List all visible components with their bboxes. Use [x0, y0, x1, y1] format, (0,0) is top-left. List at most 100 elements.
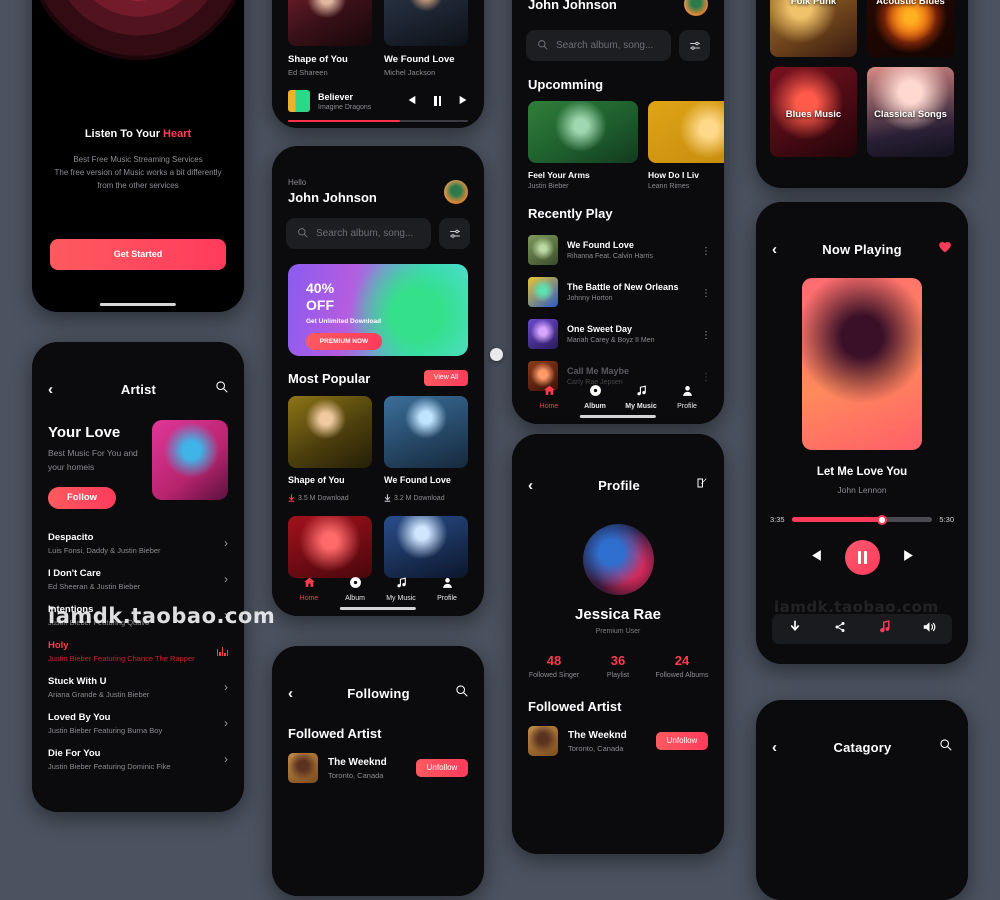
track-row[interactable]: Intentions Justin Bieber Featuring Quavo… — [32, 597, 244, 633]
track-row[interactable]: Die For You Justin Bieber Featuring Domi… — [32, 741, 244, 777]
album-cover[interactable] — [288, 396, 372, 468]
pause-button[interactable] — [844, 540, 880, 575]
album-cover[interactable] — [288, 516, 372, 578]
tab-my-music[interactable]: My Music — [618, 384, 664, 410]
unfollow-button[interactable]: Unfollow — [656, 732, 708, 750]
get-started-button[interactable]: Get Started — [50, 239, 226, 270]
profile-navbar: ‹ Profile — [512, 468, 724, 502]
view-all-button[interactable]: View All — [424, 370, 468, 386]
tab-album[interactable]: Album — [572, 384, 618, 410]
song-title: Let Me Love You — [816, 466, 908, 478]
screen-following: ‹ Following Followed Artist The Weeknd T… — [272, 646, 484, 896]
edit-icon[interactable] — [696, 476, 708, 494]
filter-button[interactable] — [679, 30, 710, 61]
hero-subtitle-line1: Best Music For You and — [48, 448, 138, 458]
progress-track[interactable] — [791, 514, 933, 525]
album-cover[interactable] — [288, 0, 372, 46]
search-icon[interactable] — [455, 684, 468, 702]
genre-card-classical-songs[interactable]: Classical Songs — [867, 67, 954, 157]
previous-icon[interactable] — [407, 92, 417, 110]
track-row[interactable]: Despacito Luis Fonsi, Daddy & Justin Bie… — [32, 525, 244, 561]
user-name: John Johnson — [528, 0, 617, 12]
previous-icon[interactable] — [810, 549, 823, 567]
avatar[interactable] — [444, 179, 468, 204]
user-name: Jessica Rae — [575, 606, 661, 623]
progress-track[interactable] — [288, 120, 468, 122]
section-title-upcoming: Upcomming — [528, 77, 604, 92]
more-vertical-icon[interactable]: ⋯ — [700, 330, 711, 339]
more-vertical-icon[interactable]: ⋯ — [700, 288, 711, 297]
category-navbar: ‹ Catagory — [756, 730, 968, 764]
artist-name: The Weeknd — [568, 729, 627, 741]
chevron-left-icon[interactable]: ‹ — [772, 242, 786, 257]
chevron-left-icon[interactable]: ‹ — [528, 478, 542, 493]
home-search-row: Search album, song... — [272, 218, 484, 249]
song-artist: John Lennon — [837, 485, 887, 495]
next-icon[interactable] — [902, 549, 915, 567]
avatar[interactable] — [582, 524, 654, 595]
list-item[interactable]: The Battle of New Orleans Johnny Horton … — [512, 271, 724, 313]
album-cover[interactable] — [384, 0, 468, 46]
track-row[interactable]: I Don't Care Ed Sheeran & Justin Bieber … — [32, 561, 244, 597]
tab-album[interactable]: Album — [332, 576, 378, 602]
page-title: Profile — [598, 477, 640, 493]
upcoming-cover[interactable] — [648, 101, 724, 163]
album-cover[interactable] — [384, 396, 468, 468]
chevron-left-icon[interactable]: ‹ — [772, 740, 786, 755]
chevron-left-icon[interactable]: ‹ — [48, 382, 62, 397]
more-vertical-icon[interactable]: ⋯ — [700, 246, 711, 255]
screen-artist: ‹ Artist Your Love Best Music For You an… — [32, 342, 244, 812]
person-icon — [441, 576, 454, 593]
screen-explore: John Johnson Search album, song... Upcom… — [512, 0, 724, 424]
next-icon[interactable] — [458, 92, 468, 110]
tab-my-music[interactable]: My Music — [378, 576, 424, 602]
chevron-left-icon[interactable]: ‹ — [288, 686, 302, 701]
pause-icon[interactable] — [434, 96, 441, 106]
search-input[interactable]: Search album, song... — [286, 218, 431, 249]
track-row-active[interactable]: Holy Justin Bieber Featuring Chance The … — [32, 633, 244, 669]
heart-icon[interactable] — [938, 240, 952, 258]
genre-card-folk-punk[interactable]: Folk Punk — [770, 0, 857, 57]
search-input[interactable]: Search album, song... — [526, 30, 671, 61]
more-vertical-icon[interactable]: ⋯ — [700, 372, 711, 381]
avatar[interactable] — [684, 0, 708, 16]
filter-button[interactable] — [439, 218, 470, 249]
share-icon[interactable] — [817, 620, 862, 638]
unfollow-button[interactable]: Unfollow — [416, 759, 468, 777]
upcoming-cover[interactable] — [528, 101, 638, 163]
stat-followed-albums: 24 Followed Albums — [650, 653, 714, 679]
search-icon[interactable] — [215, 380, 228, 398]
genre-card-blues-music[interactable]: Blues Music — [770, 67, 857, 157]
followed-artist-row[interactable]: The Weeknd Toronto, Canada Unfollow — [512, 726, 724, 756]
tab-profile[interactable]: Profile — [664, 384, 710, 410]
home-indicator — [339, 607, 417, 610]
screen-mini-player: Shape of You Ed Shareen We Found Love Mi… — [272, 0, 484, 128]
tab-home[interactable]: Home — [286, 576, 332, 602]
progress-thumb[interactable] — [876, 514, 887, 525]
list-item[interactable]: We Found Love Rihanna Feat. Calvin Harri… — [512, 229, 724, 271]
music-note-icon[interactable] — [862, 620, 907, 638]
hero-title: Your Love — [48, 424, 121, 441]
mini-artist: Imagine Dragons — [318, 103, 372, 111]
search-icon[interactable] — [939, 738, 952, 756]
track-title: Loved By You — [48, 711, 111, 723]
promo-banner[interactable]: 40% OFF Get Unlimited Download PREMIUM N… — [288, 264, 468, 356]
promo-sub: Get Unlimited Download — [306, 318, 382, 325]
tab-profile[interactable]: Profile — [424, 576, 470, 602]
chevron-right-icon: › — [224, 752, 228, 767]
volume-icon[interactable] — [907, 620, 952, 638]
artist-avatar — [528, 726, 558, 756]
list-item[interactable]: One Sweet Day Mariah Carey & Boyz II Men… — [512, 313, 724, 355]
follow-button[interactable]: Follow — [48, 486, 116, 509]
followed-artist-row[interactable]: The Weeknd Toronto, Canada Unfollow — [272, 753, 484, 783]
scroll-dot[interactable] — [490, 348, 503, 361]
download-icon[interactable] — [772, 620, 817, 638]
phone-mini-player: Shape of You Ed Shareen We Found Love Mi… — [272, 0, 484, 128]
genre-card-acoustic-blues[interactable]: Acoustic Blues — [867, 0, 954, 57]
album-cover[interactable] — [384, 516, 468, 578]
track-row[interactable]: Loved By You Justin Bieber Featuring Bur… — [32, 705, 244, 741]
tab-home[interactable]: Home — [526, 384, 572, 410]
desc-line-3: from the other services — [97, 181, 179, 191]
track-row[interactable]: Stuck With U Ariana Grande & Justin Bieb… — [32, 669, 244, 705]
premium-now-button[interactable]: PREMIUM NOW — [306, 333, 382, 350]
